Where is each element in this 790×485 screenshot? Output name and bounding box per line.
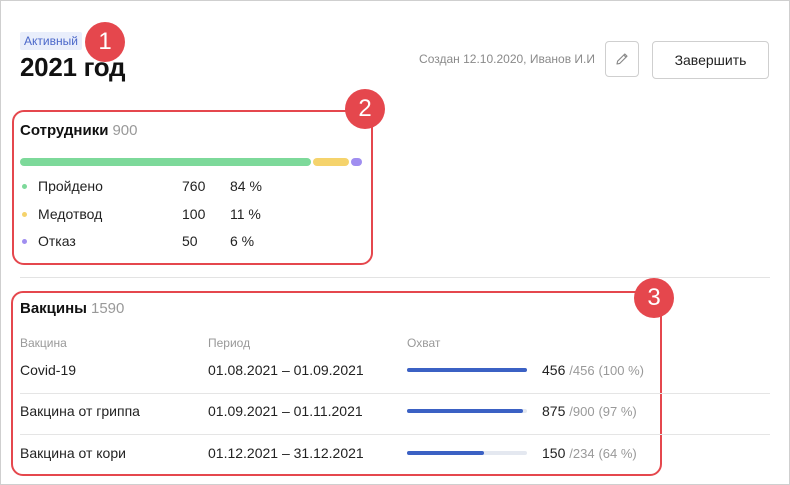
legend-label: Отказ: [38, 233, 76, 249]
legend-item-refusal: Отказ 50 6 %: [20, 231, 370, 251]
coverage-fill: [407, 409, 524, 413]
column-header-coverage: Охват: [407, 336, 441, 350]
created-info: Создан 12.10.2020, Иванов И.И: [419, 52, 595, 66]
legend-label: Медотвод: [38, 206, 103, 222]
legend-dot: [22, 212, 27, 217]
coverage-fill: [407, 368, 527, 372]
bar-segment-refusal: [351, 158, 362, 166]
legend-value: 100: [182, 206, 206, 222]
employees-count: 900: [112, 122, 138, 139]
coverage-text: 150 /234 (64 %): [542, 445, 637, 461]
employees-title-label: Сотрудники: [20, 122, 109, 139]
row-divider: [20, 393, 770, 394]
edit-button[interactable]: [605, 41, 639, 77]
coverage-total: /456: [569, 363, 595, 378]
coverage-percent: (100 %): [598, 363, 644, 378]
coverage-track: [407, 409, 527, 413]
vaccine-name: Вакцина от гриппа: [20, 403, 140, 419]
vaccine-name: Covid-19: [20, 362, 77, 378]
status-badge: Активный: [20, 32, 82, 50]
legend-item-medical-exemption: Медотвод 100 11 %: [20, 204, 370, 224]
coverage-track: [407, 368, 527, 372]
legend-percent: 11 %: [230, 206, 261, 222]
finish-button[interactable]: Завершить: [652, 41, 769, 79]
vaccine-period: 01.09.2021 – 01.11.2021: [208, 403, 363, 419]
coverage-done: 150: [542, 445, 566, 461]
coverage-percent: (97 %): [598, 404, 637, 419]
vaccines-count: 1590: [91, 300, 125, 317]
column-header-period: Период: [208, 336, 251, 350]
column-header-vaccine: Вакцина: [20, 336, 67, 350]
legend-dot: [22, 239, 27, 244]
table-row[interactable]: Вакцина от кори 01.12.2021 – 31.12.2021 …: [20, 439, 770, 481]
legend-value: 760: [182, 178, 206, 194]
coverage-done: 875: [542, 403, 566, 419]
vaccines-title-label: Вакцины: [20, 300, 87, 317]
vaccine-period: 01.08.2021 – 01.09.2021: [208, 362, 364, 378]
coverage-total: /234: [569, 446, 595, 461]
legend-value: 50: [182, 233, 198, 249]
coverage-text: 875 /900 (97 %): [542, 403, 637, 419]
table-row[interactable]: Вакцина от гриппа 01.09.2021 – 01.11.202…: [20, 397, 770, 439]
coverage-track: [407, 451, 527, 455]
legend-percent: 6 %: [230, 233, 255, 249]
annotation-marker-2: 2: [345, 89, 385, 129]
bar-segment-medical-exemption: [313, 158, 349, 166]
table-row[interactable]: Covid-19 01.08.2021 – 01.09.2021 456 /45…: [20, 356, 770, 398]
vaccines-title: Вакцины 1590: [20, 300, 124, 317]
coverage-done: 456: [542, 362, 566, 378]
annotation-marker-3: 3: [634, 278, 674, 318]
coverage-percent: (64 %): [598, 446, 637, 461]
pencil-icon: [616, 53, 628, 65]
coverage-text: 456 /456 (100 %): [542, 362, 644, 378]
bar-segment-passed: [20, 158, 311, 166]
annotation-marker-1: 1: [85, 22, 125, 62]
legend-label: Пройдено: [38, 178, 103, 194]
employees-title: Сотрудники 900: [20, 122, 137, 139]
section-divider: [20, 277, 770, 278]
coverage-fill: [407, 451, 484, 455]
legend-item-passed: Пройдено 760 84 %: [20, 176, 370, 196]
vaccine-name: Вакцина от кори: [20, 445, 126, 461]
legend-percent: 84 %: [230, 178, 262, 194]
legend-dot: [22, 184, 27, 189]
vaccine-period: 01.12.2021 – 31.12.2021: [208, 445, 364, 461]
coverage-total: /900: [569, 404, 595, 419]
row-divider: [20, 434, 770, 435]
